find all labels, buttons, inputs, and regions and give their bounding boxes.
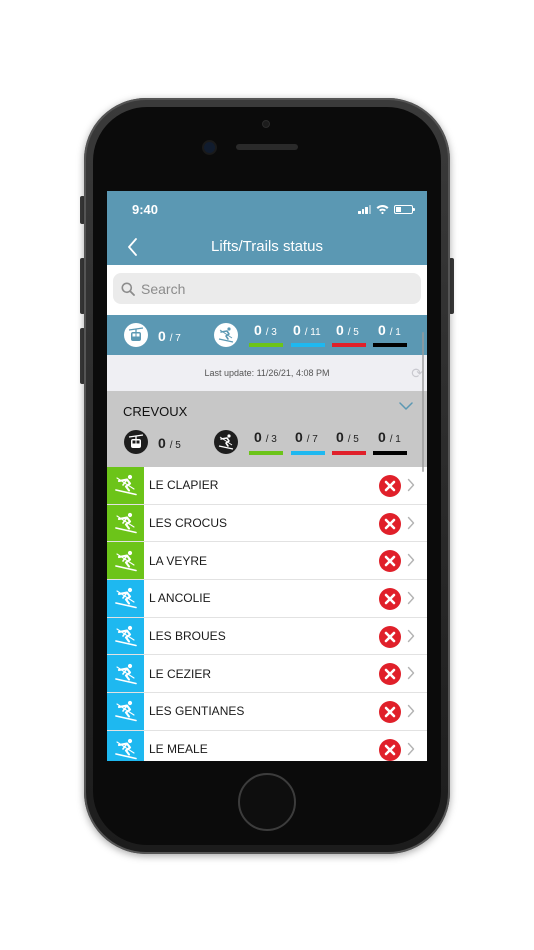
region-blue-bar	[291, 451, 325, 455]
trail-row[interactable]: LE MEALE	[107, 730, 427, 761]
chevron-right-icon	[407, 591, 415, 605]
chevron-right-icon	[407, 667, 415, 680]
chevron-right-icon	[407, 629, 415, 642]
resort-summary: 0 / 7 0 / 3 0 / 11 0 / 5 0 / 1	[107, 315, 427, 355]
region-header[interactable]: CREVOUX 0 / 5 0 / 3 0 / 7 0 / 5 0 / 1	[107, 391, 427, 467]
proximity-sensor	[262, 120, 270, 128]
closed-status-icon	[379, 512, 401, 535]
region-green-bar	[249, 451, 283, 455]
trail-name: LE CLAPIER	[149, 478, 219, 493]
black-trail-bar	[373, 343, 407, 347]
trail-name: LE MEALE	[149, 742, 208, 757]
search-input[interactable]	[141, 280, 391, 297]
red-trail-bar	[332, 343, 366, 347]
closed-status-icon	[379, 588, 401, 611]
trail-row[interactable]: LES GENTIANES	[107, 693, 427, 731]
skier-icon	[114, 512, 137, 534]
closed-status-icon	[379, 701, 401, 724]
trail-list: LE CLAPIER LES CROCUS LA VEYRE L ANCOLIE…	[107, 467, 427, 761]
closed-status-icon	[379, 475, 401, 497]
status-icons	[358, 204, 415, 214]
trail-difficulty-tile	[107, 467, 144, 504]
home-button[interactable]	[238, 773, 296, 831]
chevron-right-icon	[407, 516, 415, 529]
trail-difficulty-tile	[107, 542, 144, 580]
search-icon	[121, 282, 135, 296]
chevron-right-icon	[407, 742, 415, 756]
cellular-signal-icon	[358, 204, 371, 214]
region-black-bar	[373, 451, 407, 455]
trail-name: LES BROUES	[149, 629, 226, 644]
gondola-icon	[124, 323, 148, 347]
region-gondola-icon	[124, 430, 148, 454]
skier-icon	[114, 625, 137, 647]
trail-row[interactable]: L ANCOLIE	[107, 580, 427, 618]
trail-name: LES CROCUS	[149, 516, 228, 531]
scroll-indicator[interactable]	[421, 332, 424, 472]
chevron-right-icon	[407, 554, 415, 567]
green-trails-count: 0 / 3	[254, 322, 277, 338]
closed-status-icon	[379, 738, 401, 761]
trail-name: LA VEYRE	[149, 553, 208, 568]
device-mockup: 9:40 Lifts/Trails status Search 0 / 7 0 …	[0, 0, 534, 950]
skier-icon	[214, 323, 238, 347]
search-bar[interactable]	[113, 273, 421, 304]
trail-row[interactable]: LES BROUES	[107, 617, 427, 656]
region-black-count: 0 / 1	[378, 429, 401, 445]
trail-difficulty-tile	[107, 730, 144, 761]
skier-icon	[114, 550, 137, 572]
blue-trails-count: 0 / 11	[293, 322, 321, 338]
status-time: 9:40	[132, 202, 159, 217]
region-green-count: 0 / 3	[254, 429, 277, 445]
trail-row[interactable]: LES CROCUS	[107, 504, 427, 543]
red-trails-count: 0 / 5	[336, 322, 359, 338]
region-red-bar	[332, 451, 366, 455]
earpiece-speaker	[236, 144, 298, 150]
skier-icon	[114, 663, 137, 685]
navigation-bar: Lifts/Trails status	[107, 227, 427, 265]
region-red-count: 0 / 5	[336, 429, 359, 445]
status-bar: 9:40	[107, 191, 427, 227]
region-lifts-count: 0 / 5	[158, 435, 181, 451]
skier-icon	[114, 739, 137, 760]
chevron-right-icon	[407, 478, 415, 492]
green-trail-bar	[249, 343, 283, 347]
region-skier-icon	[214, 430, 238, 454]
battery-icon	[394, 204, 415, 214]
trail-difficulty-tile	[107, 655, 144, 693]
trail-difficulty-tile	[107, 617, 144, 655]
closed-status-icon	[379, 625, 401, 648]
trail-name: LES GENTIANES	[149, 704, 245, 719]
trail-name: L ANCOLIE	[149, 591, 211, 606]
last-update-text: Last update: 11/26/21, 4:08 PM	[204, 368, 330, 378]
closed-status-icon	[379, 663, 401, 686]
trail-row[interactable]: LA VEYRE	[107, 542, 427, 581]
trail-row[interactable]: LE CLAPIER	[107, 467, 427, 505]
region-name: CREVOUX	[123, 404, 188, 419]
lifts-open-count: 0 / 7	[158, 328, 181, 344]
app-screen: 9:40 Lifts/Trails status Search 0 / 7 0 …	[107, 191, 427, 761]
closed-status-icon	[379, 550, 401, 573]
last-update-row: Last update: 11/26/21, 4:08 PM ⟳	[107, 355, 427, 391]
chevron-right-icon	[407, 704, 415, 718]
skier-icon	[114, 701, 137, 722]
trail-difficulty-tile	[107, 504, 144, 542]
trail-difficulty-tile	[107, 580, 144, 617]
wifi-icon	[376, 205, 389, 214]
search-container	[107, 265, 427, 315]
skier-icon	[114, 588, 137, 609]
front-camera	[204, 142, 215, 153]
skier-icon	[114, 475, 137, 496]
trail-difficulty-tile	[107, 693, 144, 730]
black-trails-count: 0 / 1	[378, 322, 401, 338]
trail-row[interactable]: LE CEZIER	[107, 655, 427, 694]
chevron-down-icon[interactable]	[399, 401, 413, 411]
blue-trail-bar	[291, 343, 325, 347]
page-title: Lifts/Trails status	[211, 238, 323, 255]
region-blue-count: 0 / 7	[295, 429, 318, 445]
trail-name: LE CEZIER	[149, 666, 212, 681]
